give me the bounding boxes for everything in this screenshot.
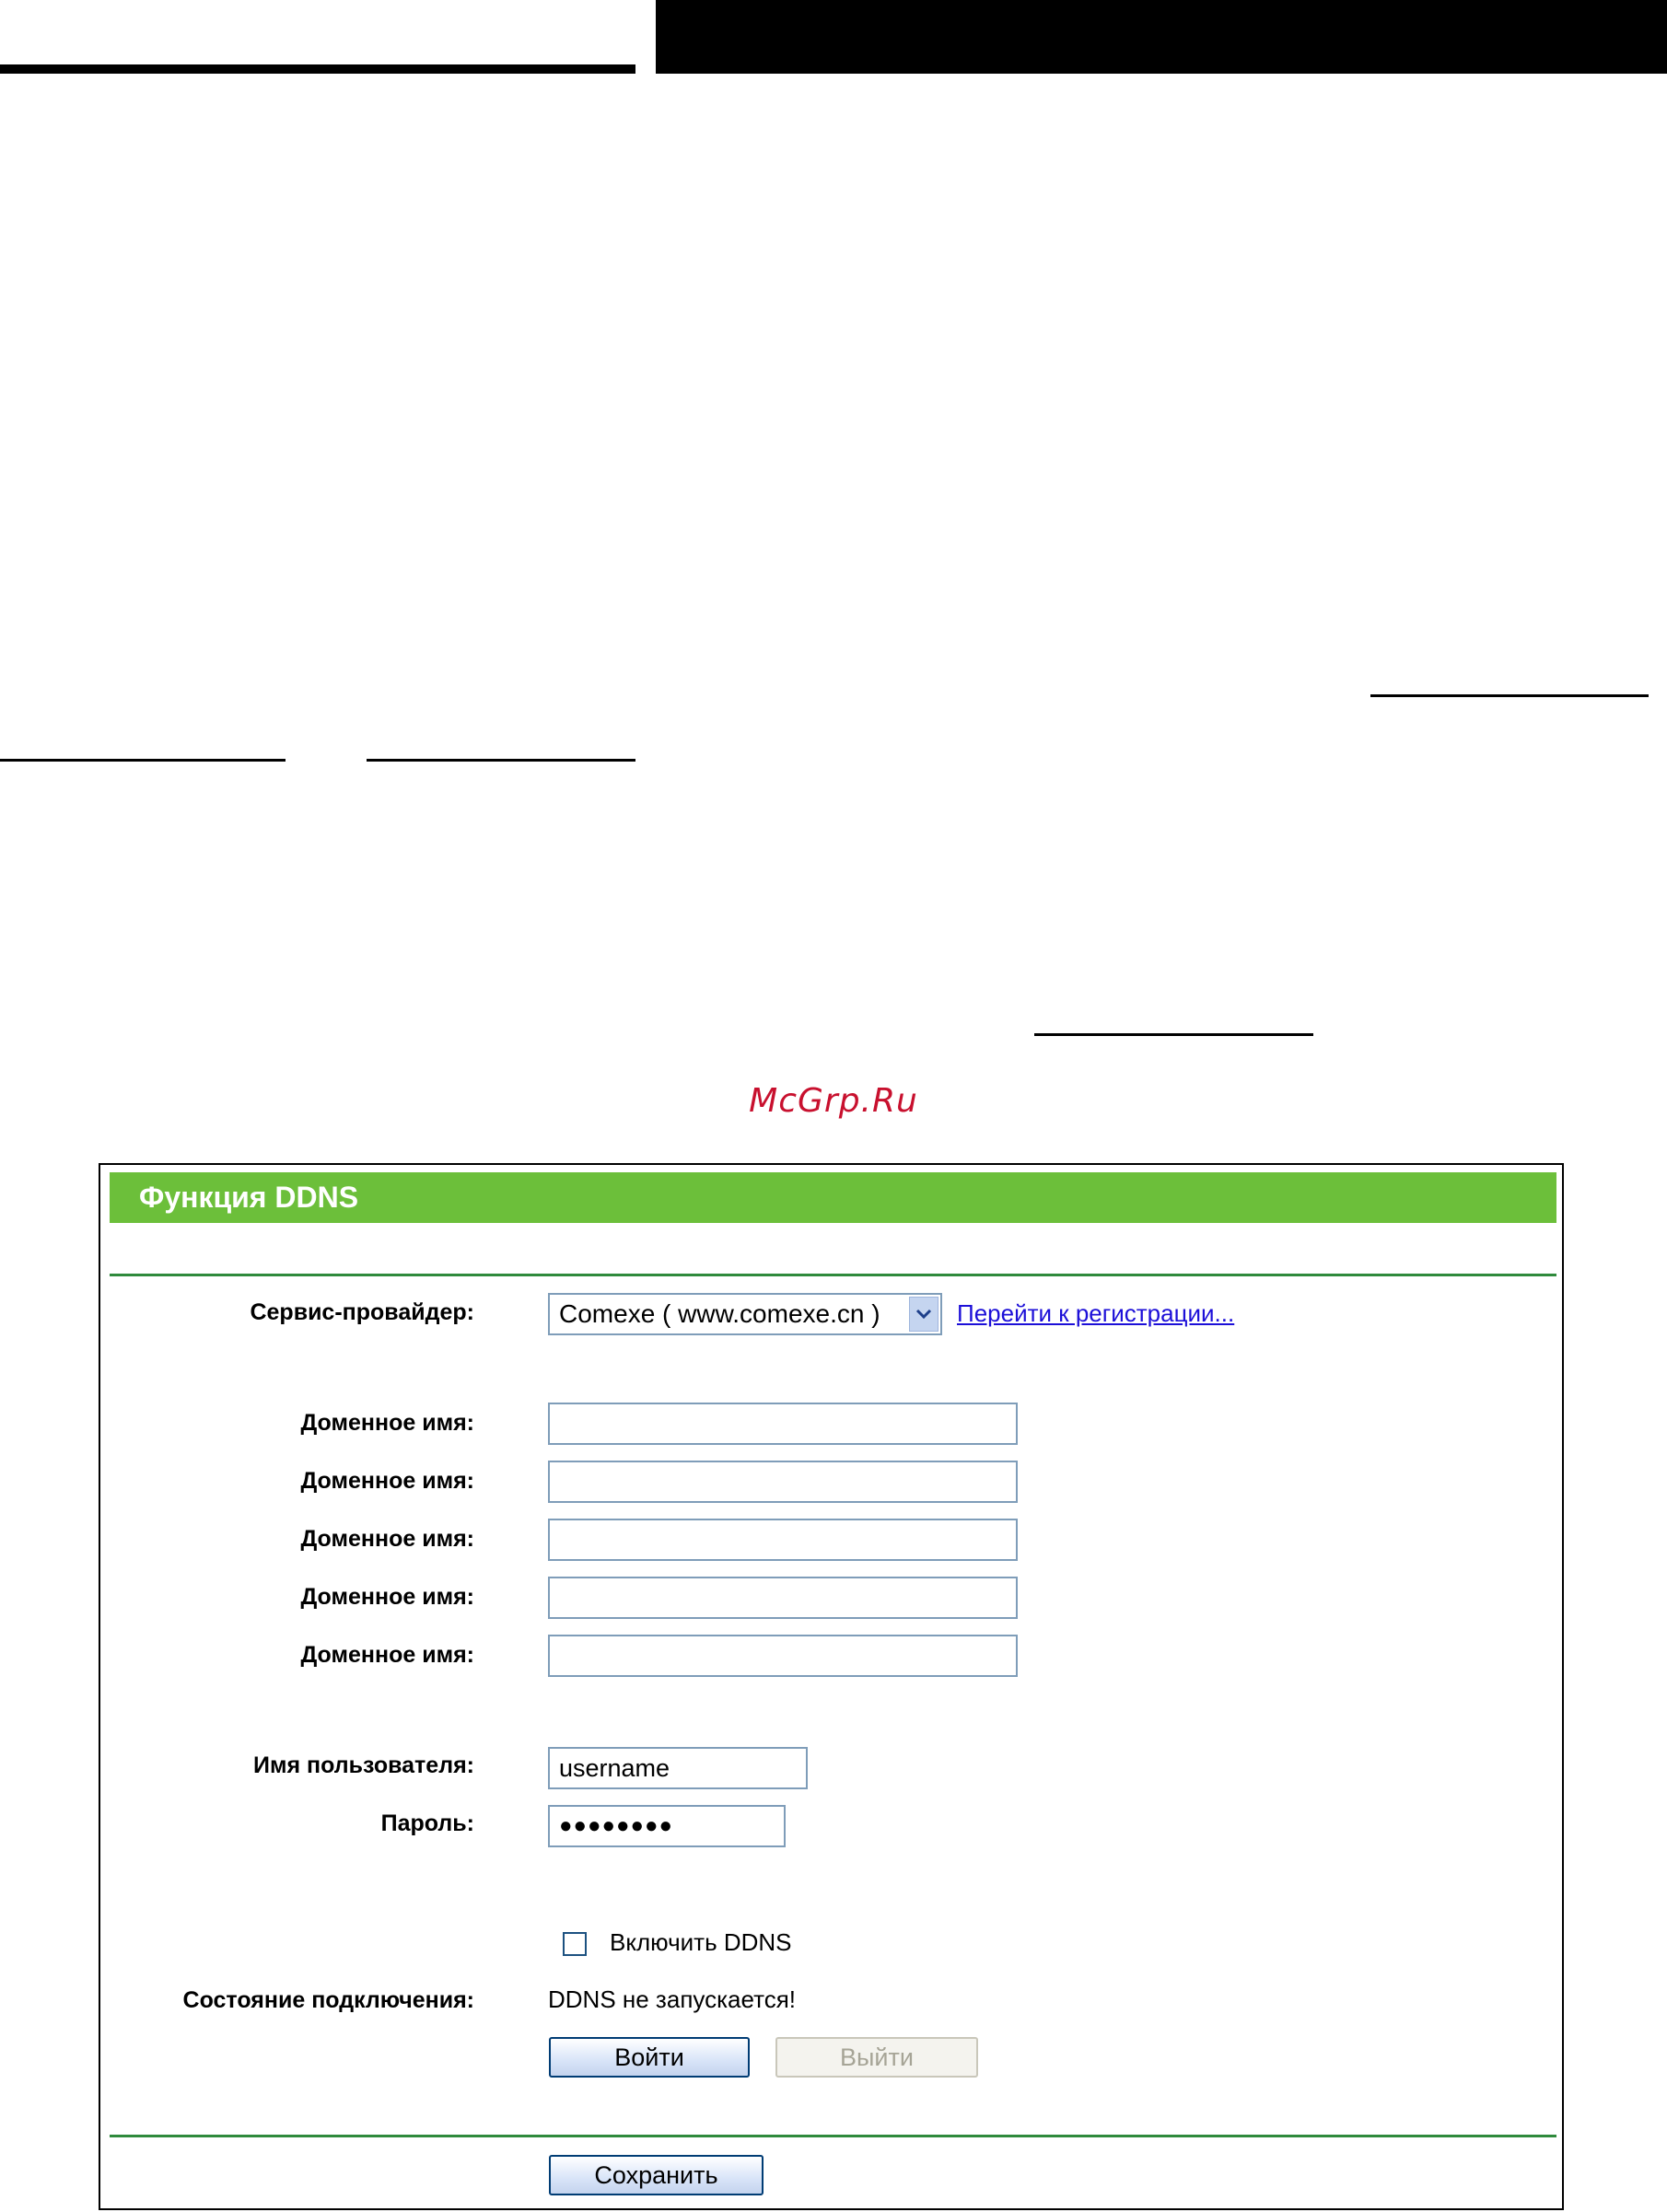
logout-button[interactable]: Выйти xyxy=(775,2037,978,2078)
bottom-divider xyxy=(110,2135,1556,2137)
enable-ddns-checkbox[interactable] xyxy=(563,1932,587,1956)
domain-input-5[interactable] xyxy=(548,1635,1018,1677)
username-input[interactable]: username xyxy=(548,1747,808,1789)
provider-label: Сервис-провайдер: xyxy=(250,1299,474,1325)
top-divider xyxy=(110,1274,1556,1276)
connection-status-label: Состояние подключения: xyxy=(182,1987,474,2013)
provider-selected-value: Comexe ( www.comexe.cn ) xyxy=(559,1299,880,1328)
connection-status-value: DDNS не запускается! xyxy=(548,1985,797,2013)
domain-label-1: Доменное имя: xyxy=(300,1410,474,1436)
watermark: McGrp.Ru xyxy=(749,1082,918,1120)
domain-input-1[interactable] xyxy=(548,1403,1018,1445)
domain-input-3[interactable] xyxy=(548,1519,1018,1561)
ddns-settings-panel: Функция DDNS Сервис-провайдер: Comexe ( … xyxy=(99,1163,1564,2210)
domain-label-2: Доменное имя: xyxy=(300,1468,474,1494)
blank-line-4 xyxy=(1034,1033,1313,1036)
panel-title: Функция DDNS xyxy=(110,1172,1556,1223)
blank-line-1 xyxy=(1370,694,1649,697)
blank-line-3 xyxy=(367,759,635,762)
header-bar-left xyxy=(0,64,635,74)
domain-input-2[interactable] xyxy=(548,1461,1018,1503)
domain-input-4[interactable] xyxy=(548,1577,1018,1619)
domain-label-3: Доменное имя: xyxy=(300,1526,474,1552)
provider-select[interactable]: Comexe ( www.comexe.cn ) xyxy=(548,1293,942,1335)
chevron-down-icon[interactable] xyxy=(909,1297,938,1332)
domain-label-5: Доменное имя: xyxy=(300,1642,474,1668)
register-link[interactable]: Перейти к регистрации... xyxy=(957,1299,1234,1328)
login-button[interactable]: Войти xyxy=(549,2037,750,2078)
blank-line-2 xyxy=(0,759,286,762)
username-label: Имя пользователя: xyxy=(253,1752,474,1778)
domain-label-4: Доменное имя: xyxy=(300,1584,474,1610)
password-input[interactable]: ●●●●●●●● xyxy=(548,1805,786,1847)
save-button[interactable]: Сохранить xyxy=(549,2155,764,2195)
enable-ddns-label: Включить DDNS xyxy=(610,1928,792,1956)
password-label: Пароль: xyxy=(380,1810,474,1836)
header-bar-right xyxy=(656,0,1667,74)
